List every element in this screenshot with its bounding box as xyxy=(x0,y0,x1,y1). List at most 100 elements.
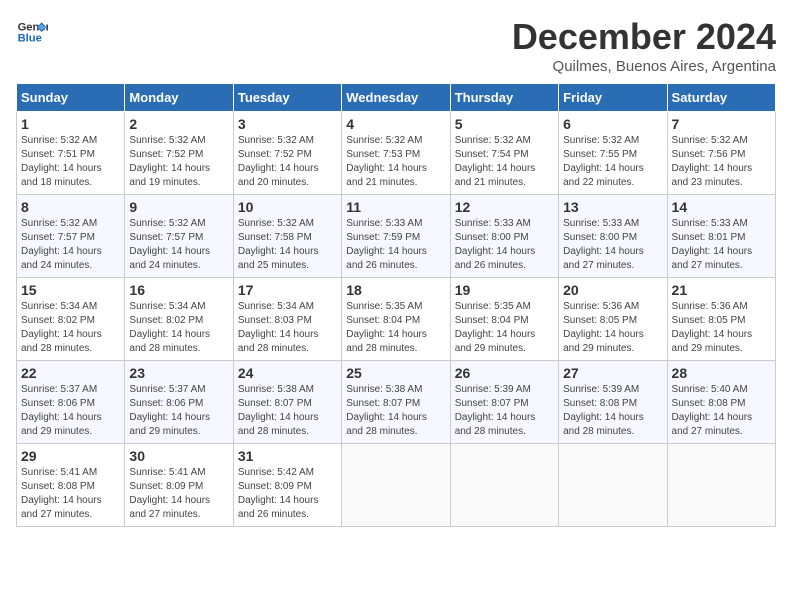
day-number: 10 xyxy=(238,199,337,215)
day-detail: Sunrise: 5:32 AM Sunset: 7:51 PM Dayligh… xyxy=(21,134,120,190)
day-detail: Sunrise: 5:40 AM Sunset: 8:08 PM Dayligh… xyxy=(672,383,771,439)
day-detail: Sunrise: 5:37 AM Sunset: 8:06 PM Dayligh… xyxy=(21,383,120,439)
day-number: 13 xyxy=(563,199,662,215)
day-number: 3 xyxy=(238,116,337,132)
day-number: 5 xyxy=(455,116,554,132)
day-number: 27 xyxy=(563,365,662,381)
table-row: 22 Sunrise: 5:37 AM Sunset: 8:06 PM Dayli… xyxy=(17,361,125,444)
day-detail: Sunrise: 5:32 AM Sunset: 7:57 PM Dayligh… xyxy=(21,217,120,273)
table-row: 30 Sunrise: 5:41 AM Sunset: 8:09 PM Dayli… xyxy=(125,444,233,527)
header: General Blue December 2024 Quilmes, Buen… xyxy=(16,16,776,75)
table-row: 29 Sunrise: 5:41 AM Sunset: 8:08 PM Dayli… xyxy=(17,444,125,527)
day-number: 25 xyxy=(346,365,445,381)
table-row: 3 Sunrise: 5:32 AM Sunset: 7:52 PM Daylig… xyxy=(233,112,341,195)
calendar-row: 22 Sunrise: 5:37 AM Sunset: 8:06 PM Dayli… xyxy=(17,361,776,444)
table-row: 5 Sunrise: 5:32 AM Sunset: 7:54 PM Daylig… xyxy=(450,112,558,195)
day-detail: Sunrise: 5:41 AM Sunset: 8:09 PM Dayligh… xyxy=(129,466,228,522)
day-number: 26 xyxy=(455,365,554,381)
day-detail: Sunrise: 5:39 AM Sunset: 8:08 PM Dayligh… xyxy=(563,383,662,439)
day-detail: Sunrise: 5:34 AM Sunset: 8:03 PM Dayligh… xyxy=(238,300,337,356)
day-detail: Sunrise: 5:32 AM Sunset: 7:55 PM Dayligh… xyxy=(563,134,662,190)
day-detail: Sunrise: 5:32 AM Sunset: 7:54 PM Dayligh… xyxy=(455,134,554,190)
col-tuesday: Tuesday xyxy=(233,84,341,112)
table-row xyxy=(450,444,558,527)
table-row xyxy=(667,444,775,527)
logo-icon: General Blue xyxy=(16,16,48,48)
table-row: 13 Sunrise: 5:33 AM Sunset: 8:00 PM Dayli… xyxy=(559,195,667,278)
calendar-table: Sunday Monday Tuesday Wednesday Thursday… xyxy=(16,83,776,527)
calendar-subtitle: Quilmes, Buenos Aires, Argentina xyxy=(512,58,776,75)
day-number: 9 xyxy=(129,199,228,215)
day-number: 4 xyxy=(346,116,445,132)
day-detail: Sunrise: 5:32 AM Sunset: 7:53 PM Dayligh… xyxy=(346,134,445,190)
table-row: 21Sunrise: 5:36 AM Sunset: 8:05 PM Dayli… xyxy=(667,278,775,361)
day-number: 24 xyxy=(238,365,337,381)
day-detail: Sunrise: 5:42 AM Sunset: 8:09 PM Dayligh… xyxy=(238,466,337,522)
day-detail: Sunrise: 5:32 AM Sunset: 7:52 PM Dayligh… xyxy=(129,134,228,190)
col-monday: Monday xyxy=(125,84,233,112)
day-detail: Sunrise: 5:32 AM Sunset: 7:52 PM Dayligh… xyxy=(238,134,337,190)
day-detail: Sunrise: 5:34 AM Sunset: 8:02 PM Dayligh… xyxy=(21,300,120,356)
day-detail: Sunrise: 5:35 AM Sunset: 8:04 PM Dayligh… xyxy=(455,300,554,356)
day-detail: Sunrise: 5:34 AM Sunset: 8:02 PM Dayligh… xyxy=(129,300,228,356)
day-number: 1 xyxy=(21,116,120,132)
table-row: 11 Sunrise: 5:33 AM Sunset: 7:59 PM Dayli… xyxy=(342,195,450,278)
day-detail: Sunrise: 5:33 AM Sunset: 8:00 PM Dayligh… xyxy=(455,217,554,273)
table-row: 26 Sunrise: 5:39 AM Sunset: 8:07 PM Dayli… xyxy=(450,361,558,444)
col-sunday: Sunday xyxy=(17,84,125,112)
table-row: 16 Sunrise: 5:34 AM Sunset: 8:02 PM Dayli… xyxy=(125,278,233,361)
day-number: 20 xyxy=(563,282,662,298)
day-number: 28 xyxy=(672,365,771,381)
day-detail: Sunrise: 5:33 AM Sunset: 8:01 PM Dayligh… xyxy=(672,217,771,273)
day-number: 17 xyxy=(238,282,337,298)
day-detail: Sunrise: 5:35 AM Sunset: 8:04 PM Dayligh… xyxy=(346,300,445,356)
title-area: December 2024 Quilmes, Buenos Aires, Arg… xyxy=(512,16,776,75)
col-friday: Friday xyxy=(559,84,667,112)
table-row: 15Sunrise: 5:34 AM Sunset: 8:02 PM Dayli… xyxy=(17,278,125,361)
table-row: 28 Sunrise: 5:40 AM Sunset: 8:08 PM Dayli… xyxy=(667,361,775,444)
table-row: 1 Sunrise: 5:32 AM Sunset: 7:51 PM Daylig… xyxy=(17,112,125,195)
day-number: 16 xyxy=(129,282,228,298)
table-row: 9 Sunrise: 5:32 AM Sunset: 7:57 PM Daylig… xyxy=(125,195,233,278)
day-detail: Sunrise: 5:39 AM Sunset: 8:07 PM Dayligh… xyxy=(455,383,554,439)
day-detail: Sunrise: 5:36 AM Sunset: 8:05 PM Dayligh… xyxy=(563,300,662,356)
day-number: 29 xyxy=(21,448,120,464)
day-detail: Sunrise: 5:37 AM Sunset: 8:06 PM Dayligh… xyxy=(129,383,228,439)
day-detail: Sunrise: 5:38 AM Sunset: 8:07 PM Dayligh… xyxy=(238,383,337,439)
day-number: 30 xyxy=(129,448,228,464)
day-detail: Sunrise: 5:33 AM Sunset: 8:00 PM Dayligh… xyxy=(563,217,662,273)
table-row: 7Sunrise: 5:32 AM Sunset: 7:56 PM Daylig… xyxy=(667,112,775,195)
table-row: 23 Sunrise: 5:37 AM Sunset: 8:06 PM Dayli… xyxy=(125,361,233,444)
table-row: 27 Sunrise: 5:39 AM Sunset: 8:08 PM Dayli… xyxy=(559,361,667,444)
table-row: 31 Sunrise: 5:42 AM Sunset: 8:09 PM Dayli… xyxy=(233,444,341,527)
day-detail: Sunrise: 5:33 AM Sunset: 7:59 PM Dayligh… xyxy=(346,217,445,273)
header-row: Sunday Monday Tuesday Wednesday Thursday… xyxy=(17,84,776,112)
logo: General Blue xyxy=(16,16,48,48)
table-row: 25Sunrise: 5:38 AM Sunset: 8:07 PM Dayli… xyxy=(342,361,450,444)
table-row: 14Sunrise: 5:33 AM Sunset: 8:01 PM Dayli… xyxy=(667,195,775,278)
table-row: 24 Sunrise: 5:38 AM Sunset: 8:07 PM Dayli… xyxy=(233,361,341,444)
day-number: 19 xyxy=(455,282,554,298)
calendar-row: 29 Sunrise: 5:41 AM Sunset: 8:08 PM Dayli… xyxy=(17,444,776,527)
calendar-row: 1 Sunrise: 5:32 AM Sunset: 7:51 PM Daylig… xyxy=(17,112,776,195)
day-detail: Sunrise: 5:32 AM Sunset: 7:57 PM Dayligh… xyxy=(129,217,228,273)
col-saturday: Saturday xyxy=(667,84,775,112)
table-row: 18 Sunrise: 5:35 AM Sunset: 8:04 PM Dayli… xyxy=(342,278,450,361)
calendar-row: 15Sunrise: 5:34 AM Sunset: 8:02 PM Dayli… xyxy=(17,278,776,361)
table-row: 20 Sunrise: 5:36 AM Sunset: 8:05 PM Dayli… xyxy=(559,278,667,361)
day-number: 18 xyxy=(346,282,445,298)
day-number: 2 xyxy=(129,116,228,132)
day-number: 23 xyxy=(129,365,228,381)
table-row: 19 Sunrise: 5:35 AM Sunset: 8:04 PM Dayli… xyxy=(450,278,558,361)
day-detail: Sunrise: 5:32 AM Sunset: 7:56 PM Dayligh… xyxy=(672,134,771,190)
day-number: 22 xyxy=(21,365,120,381)
calendar-row: 8Sunrise: 5:32 AM Sunset: 7:57 PM Daylig… xyxy=(17,195,776,278)
table-row: 17 Sunrise: 5:34 AM Sunset: 8:03 PM Dayli… xyxy=(233,278,341,361)
table-row: 8Sunrise: 5:32 AM Sunset: 7:57 PM Daylig… xyxy=(17,195,125,278)
day-number: 11 xyxy=(346,199,445,215)
svg-text:Blue: Blue xyxy=(18,33,42,45)
day-number: 31 xyxy=(238,448,337,464)
table-row: 6Sunrise: 5:32 AM Sunset: 7:55 PM Daylig… xyxy=(559,112,667,195)
day-number: 21 xyxy=(672,282,771,298)
day-detail: Sunrise: 5:41 AM Sunset: 8:08 PM Dayligh… xyxy=(21,466,120,522)
